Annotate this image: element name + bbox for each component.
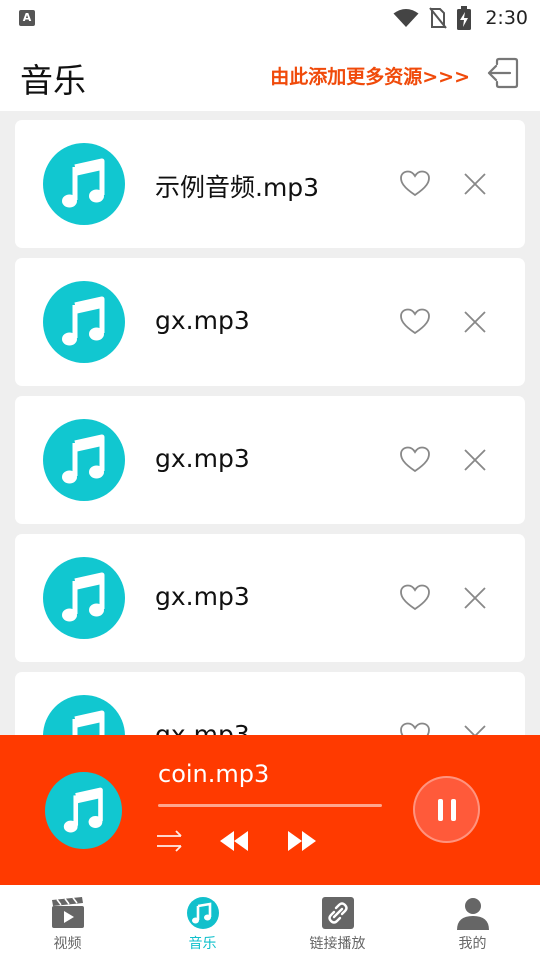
now-playing-bar[interactable]: coin.mp3: [0, 735, 540, 885]
heart-icon[interactable]: [400, 722, 430, 735]
pause-icon: [437, 798, 456, 821]
track-name: gx.mp3: [155, 444, 250, 473]
clock: 2:30: [485, 7, 528, 29]
music-note-icon: [43, 419, 125, 501]
link-icon: [320, 895, 356, 931]
track-item[interactable]: gx.mp3: [15, 396, 525, 524]
track-list[interactable]: 示例音频.mp3 gx.mp3 gx.mp3 gx.mp3 gx.mp3: [0, 111, 540, 735]
status-bar: A 2:30: [0, 0, 540, 36]
music-note-icon: [43, 143, 125, 225]
tab-me[interactable]: 我的: [405, 885, 540, 960]
close-icon[interactable]: [463, 586, 487, 610]
heart-icon[interactable]: [400, 308, 430, 336]
add-resources-link[interactable]: 由此添加更多资源>>>: [270, 62, 470, 89]
now-playing-title: coin.mp3: [158, 760, 270, 788]
user-icon: [455, 895, 491, 931]
import-icon[interactable]: [486, 56, 520, 90]
music-note-icon: [43, 281, 125, 363]
heart-icon[interactable]: [400, 170, 430, 198]
track-name: gx.mp3: [155, 306, 250, 335]
close-icon[interactable]: [463, 724, 487, 735]
music-note-icon: [185, 895, 221, 931]
close-icon[interactable]: [463, 448, 487, 472]
bottom-nav: 视频 音乐 链接播放 我的: [0, 885, 540, 960]
a-icon: A: [19, 10, 35, 26]
close-icon[interactable]: [463, 172, 487, 196]
wifi-icon: [393, 9, 419, 27]
shuffle-icon[interactable]: [156, 827, 184, 855]
track-item[interactable]: 示例音频.mp3: [15, 120, 525, 248]
nav-label: 我的: [458, 936, 487, 952]
track-name: gx.mp3: [155, 720, 250, 735]
heart-icon[interactable]: [400, 584, 430, 612]
track-item[interactable]: gx.mp3: [15, 672, 525, 735]
next-icon[interactable]: [286, 829, 318, 853]
music-note-icon: [43, 557, 125, 639]
video-icon: [50, 895, 86, 931]
tab-link-play[interactable]: 链接播放: [270, 885, 405, 960]
track-name: 示例音频.mp3: [155, 173, 320, 202]
no-sim-icon: [429, 7, 448, 29]
nav-label: 链接播放: [309, 936, 366, 952]
battery-charging-icon: [457, 6, 472, 30]
status-icons: 2:30: [393, 6, 528, 30]
previous-icon[interactable]: [218, 829, 250, 853]
heart-icon[interactable]: [400, 446, 430, 474]
track-item[interactable]: gx.mp3: [15, 534, 525, 662]
nav-label: 视频: [53, 936, 82, 952]
pause-button[interactable]: [413, 776, 480, 843]
track-name: gx.mp3: [155, 582, 250, 611]
tab-video[interactable]: 视频: [0, 885, 135, 960]
tab-music[interactable]: 音乐: [135, 885, 270, 960]
progress-bar[interactable]: [158, 804, 382, 807]
page-title: 音乐: [20, 61, 86, 100]
close-icon[interactable]: [463, 310, 487, 334]
music-note-icon: [43, 695, 125, 735]
track-item[interactable]: gx.mp3: [15, 258, 525, 386]
nav-label: 音乐: [188, 936, 217, 952]
music-note-icon: [45, 772, 122, 849]
app-header: 音乐 由此添加更多资源>>>: [0, 36, 540, 111]
